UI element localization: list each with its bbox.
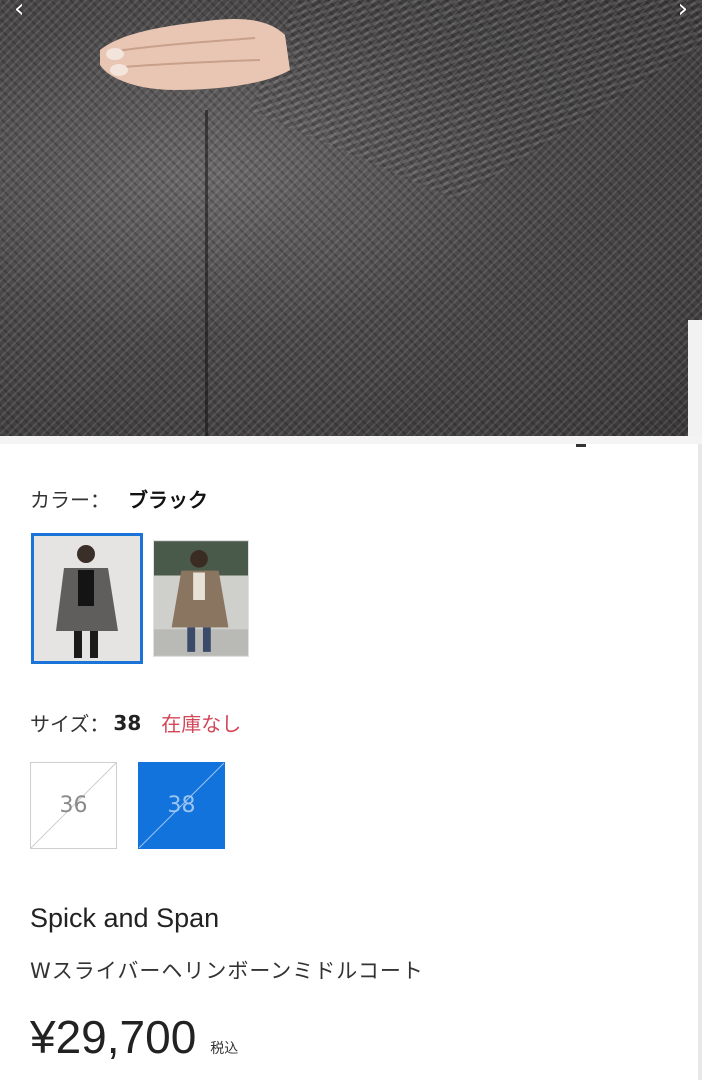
color-selection-header: カラー： ブラック — [30, 484, 208, 513]
color-value: ブラック — [128, 488, 208, 512]
size-value: 38 — [113, 710, 142, 735]
stock-status: 在庫なし — [161, 712, 242, 736]
brand-name[interactable]: Spick and Span — [30, 903, 219, 934]
image-divider — [0, 436, 702, 444]
price-row: ¥29,700 税込 — [30, 1010, 238, 1064]
coat-sleeve-detail — [250, 0, 702, 200]
scrollbar[interactable] — [698, 444, 702, 1080]
size-option-label: 38 — [167, 793, 196, 818]
size-option-36[interactable]: 36 — [30, 762, 117, 849]
color-swatch-brown[interactable] — [153, 540, 249, 657]
size-option-38[interactable]: 38 — [138, 762, 225, 849]
coat-fold-line — [205, 110, 208, 436]
chevron-right-icon[interactable]: › — [678, 0, 688, 22]
model-hand — [100, 18, 290, 91]
image-edge — [688, 320, 702, 436]
carousel-indicator — [576, 444, 586, 447]
chevron-left-icon[interactable]: ‹ — [14, 0, 24, 22]
product-image[interactable]: ‹ › — [0, 0, 702, 436]
color-swatch-black[interactable] — [31, 533, 143, 664]
coat-thumbnail-black — [34, 536, 140, 661]
tax-note: 税込 — [210, 1041, 239, 1057]
price: ¥29,700 — [30, 1011, 197, 1063]
coat-thumbnail-brown — [154, 541, 248, 656]
size-option-label: 36 — [59, 793, 88, 818]
color-label: カラー： — [30, 488, 110, 512]
product-name: Wスライバーヘリンボーンミドルコート — [30, 959, 424, 983]
size-label: サイズ： — [30, 712, 110, 736]
size-selection-header: サイズ： 38 在庫なし — [30, 708, 241, 737]
